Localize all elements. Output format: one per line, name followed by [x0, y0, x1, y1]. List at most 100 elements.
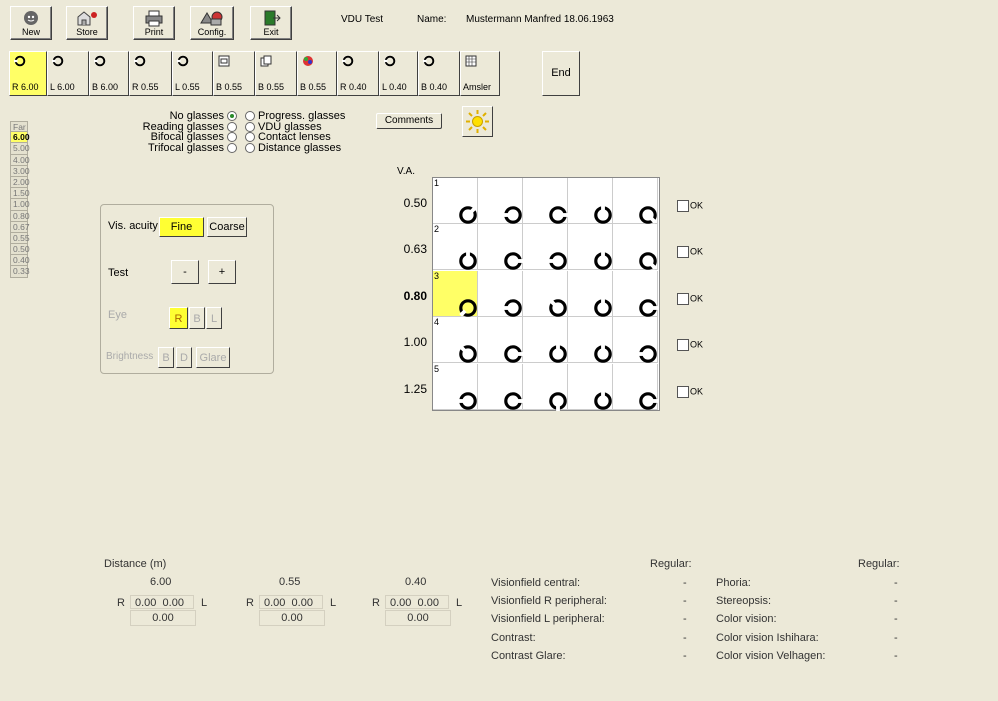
ok-checkbox[interactable]: OK: [677, 246, 703, 259]
result-label: Contrast:: [491, 631, 536, 644]
test-tab-1[interactable]: R 6.00: [9, 51, 47, 96]
radio-button[interactable]: [227, 142, 237, 153]
comments-button[interactable]: Comments: [376, 113, 442, 129]
optotype-cell[interactable]: [613, 178, 658, 224]
distance-scale-item[interactable]: 0.67: [10, 221, 30, 233]
eye-l-button[interactable]: L: [206, 307, 222, 329]
optotype-cell[interactable]: [568, 178, 613, 224]
ok-checkbox[interactable]: OK: [677, 200, 703, 212]
optotype-cell[interactable]: [613, 224, 658, 271]
optotype-cell[interactable]: 1: [433, 178, 478, 224]
exit-button[interactable]: Exit: [250, 6, 292, 40]
radio-button[interactable]: [245, 142, 255, 153]
radio-button[interactable]: [245, 132, 255, 143]
test-tab-2[interactable]: L 6.00: [47, 51, 89, 96]
test-tab-6[interactable]: B 0.55: [213, 51, 255, 96]
row-number: 2: [434, 224, 440, 235]
config-button[interactable]: Config.: [190, 6, 234, 40]
distance-scale-item[interactable]: 0.40: [10, 255, 30, 267]
test-tab-12[interactable]: Amsler: [460, 51, 500, 96]
radio-button[interactable]: [227, 132, 237, 143]
new-button[interactable]: New: [10, 6, 52, 40]
distance-scale-item[interactable]: 4.00: [10, 154, 30, 166]
test-tab-10[interactable]: L 0.40: [379, 51, 418, 96]
test-tab-4[interactable]: R 0.55: [129, 51, 172, 96]
optotype-cell[interactable]: [613, 363, 658, 410]
brightness-d-button[interactable]: D: [176, 347, 192, 368]
distance-scale-item[interactable]: 0.50: [10, 244, 30, 256]
optotype-cell[interactable]: [478, 317, 523, 364]
result-value: -: [894, 595, 898, 608]
row-number: 4: [434, 317, 440, 328]
distance-scale-item[interactable]: 0.55: [10, 232, 30, 245]
checkbox[interactable]: [677, 292, 689, 305]
optotype-cell[interactable]: [568, 363, 613, 410]
checkbox[interactable]: [677, 246, 689, 259]
optotype-cell[interactable]: [613, 270, 658, 317]
test-tab-8[interactable]: B 0.55: [297, 51, 337, 96]
eye-b-button[interactable]: B: [189, 307, 205, 329]
optotype-cell[interactable]: [478, 224, 523, 271]
distance-scale-item[interactable]: Far: [10, 121, 28, 133]
ok-checkbox[interactable]: OK: [677, 292, 703, 305]
radio-button[interactable]: [245, 111, 255, 122]
optotype-cell[interactable]: [523, 270, 568, 317]
optotype-cell[interactable]: [568, 270, 613, 317]
coarse-button[interactable]: Coarse: [207, 217, 247, 237]
end-button[interactable]: End: [542, 51, 580, 96]
test-tab-5[interactable]: L 0.55: [172, 51, 213, 96]
brightness-sun-button[interactable]: [462, 106, 493, 137]
distance-scale-item[interactable]: 6.00: [10, 132, 30, 144]
ok-checkbox[interactable]: OK: [677, 339, 703, 352]
eye-r-button[interactable]: R: [169, 307, 188, 329]
optotype-cell[interactable]: [478, 178, 523, 224]
optotype-cell[interactable]: [523, 224, 568, 271]
result-value: -: [683, 613, 687, 626]
distance-scale-item[interactable]: 5.00: [10, 143, 30, 155]
test-minus-button[interactable]: -: [171, 260, 199, 284]
right-eye-label: R: [117, 597, 125, 609]
optotype-cell[interactable]: 5: [433, 363, 478, 410]
optotype-cell[interactable]: [568, 224, 613, 271]
optotype-cell[interactable]: [613, 317, 658, 364]
distance-result-box: 0.00 0.00: [130, 595, 194, 609]
test-tab-3[interactable]: B 6.00: [89, 51, 129, 96]
optotype-cell[interactable]: [523, 178, 568, 224]
glasses-option[interactable]: Distance glasses: [242, 142, 345, 153]
glasses-option[interactable]: Trifocal glasses: [126, 142, 240, 153]
distance-scale-item[interactable]: 2.00: [10, 176, 30, 189]
test-plus-button[interactable]: +: [208, 260, 236, 284]
optotype-cell[interactable]: [523, 363, 568, 411]
optotype-cell[interactable]: 2: [433, 224, 478, 271]
radio-button[interactable]: [227, 121, 237, 132]
checkbox[interactable]: [677, 200, 689, 212]
test-tab-9[interactable]: R 0.40: [337, 51, 379, 96]
distance-scale-item[interactable]: 1.50: [10, 188, 30, 200]
optotype-cell[interactable]: [478, 363, 523, 410]
optotype-cell[interactable]: [478, 270, 523, 317]
radio-button[interactable]: [245, 121, 255, 132]
test-tab-7[interactable]: B 0.55: [255, 51, 297, 96]
checkbox[interactable]: [677, 385, 689, 398]
optotype-cell[interactable]: 3: [433, 270, 478, 317]
optotype-cell[interactable]: [568, 317, 613, 364]
binocular-result-box: 0.00: [385, 610, 451, 626]
glare-button[interactable]: Glare: [196, 347, 230, 368]
result-value: -: [683, 631, 687, 644]
distance-scale-item[interactable]: 0.33: [10, 266, 30, 278]
result-label: Color vision Velhagen:: [716, 649, 826, 662]
brightness-b-button[interactable]: B: [158, 347, 174, 368]
fine-button[interactable]: Fine: [159, 217, 204, 237]
optotype-cell[interactable]: [523, 317, 568, 364]
test-tab-label: R 0.55: [132, 82, 159, 92]
test-tab-11[interactable]: B 0.40: [418, 51, 460, 96]
print-button[interactable]: Print: [133, 6, 175, 40]
distance-scale-item[interactable]: 1.00: [10, 199, 30, 211]
checkbox[interactable]: [677, 339, 689, 352]
store-button[interactable]: Store: [66, 6, 108, 40]
distance-scale-item[interactable]: 0.80: [10, 210, 30, 222]
ok-checkbox[interactable]: OK: [677, 385, 703, 398]
radio-button[interactable]: [227, 111, 237, 122]
distance-scale-item[interactable]: 3.00: [10, 165, 30, 177]
optotype-cell[interactable]: 4: [433, 317, 478, 364]
